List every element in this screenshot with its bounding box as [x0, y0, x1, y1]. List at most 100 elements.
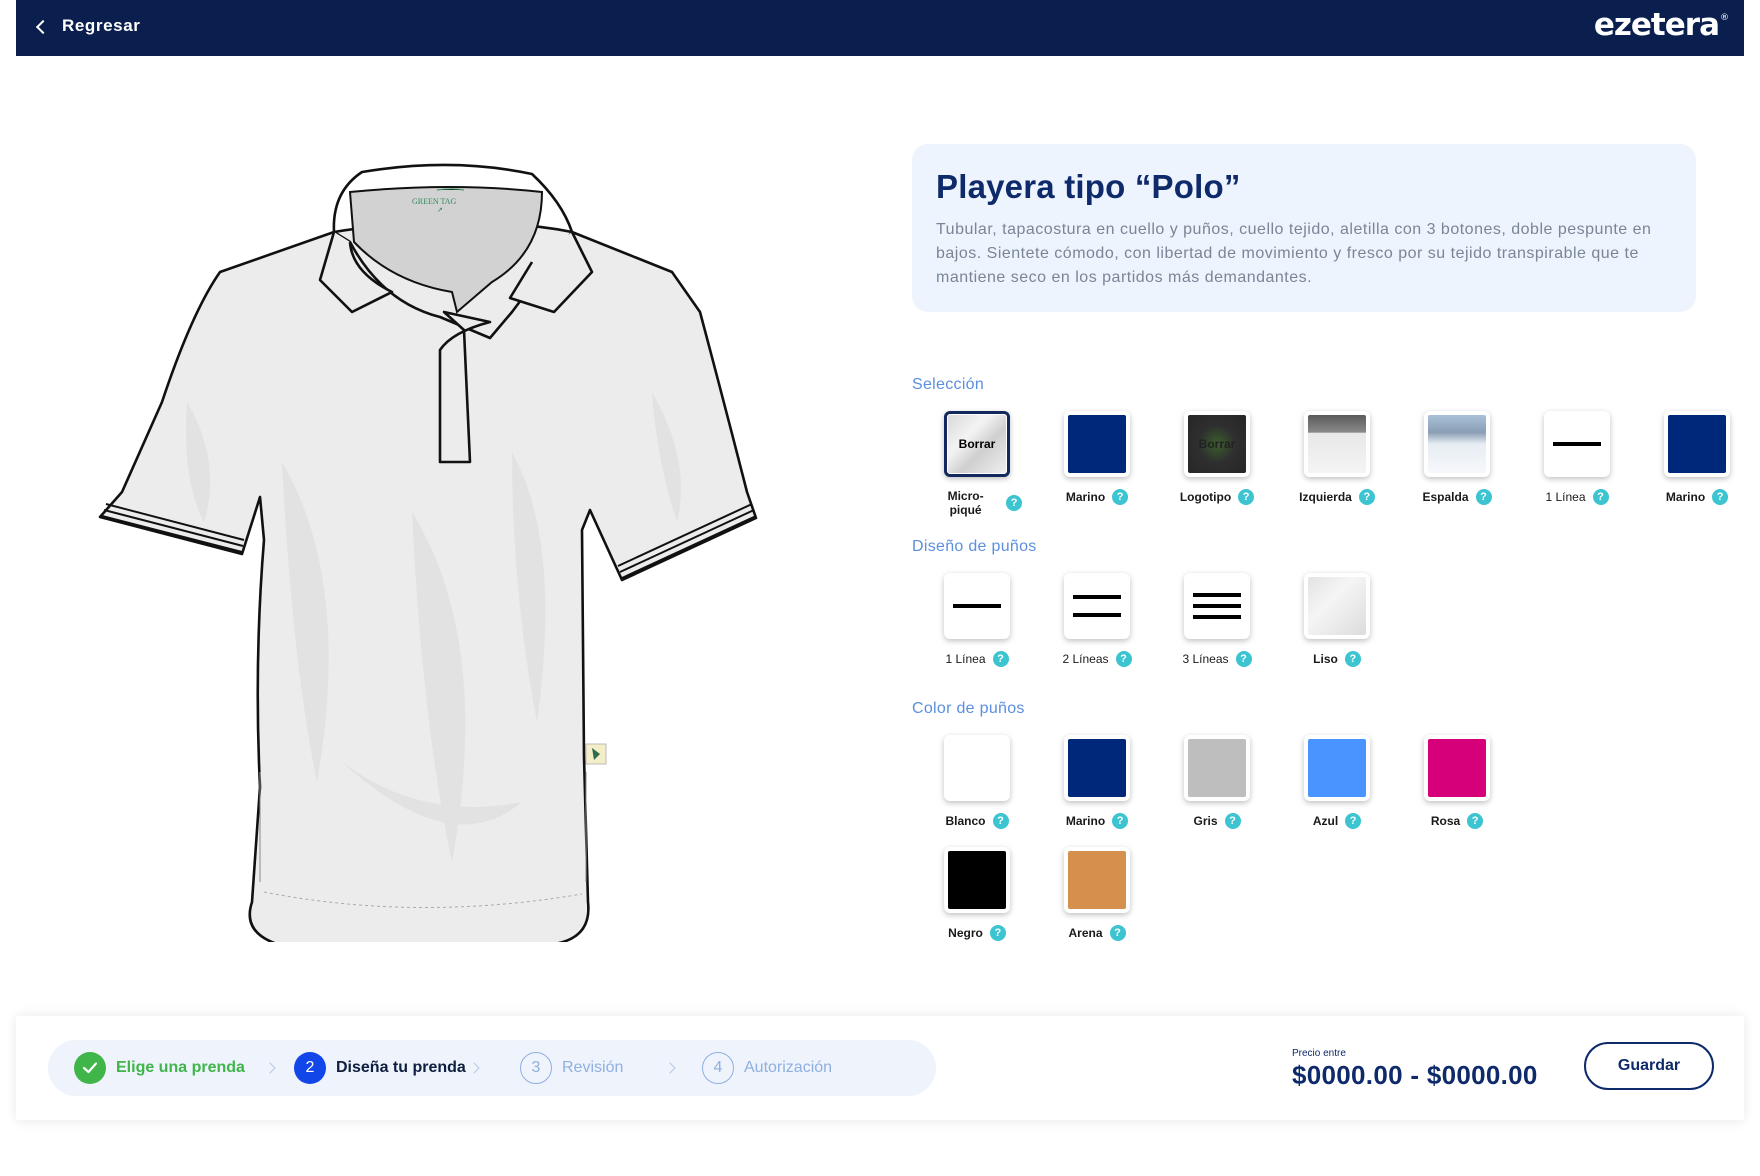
option-label: Liso? — [1292, 651, 1382, 667]
help-icon[interactable]: ? — [1112, 489, 1129, 505]
step-label: Autorización — [744, 1059, 833, 1076]
color-swatch[interactable] — [1184, 735, 1250, 801]
selection-item-position-left[interactable]: Izquierda? — [1292, 411, 1382, 505]
price-range: $0000.00 - $0000.00 — [1292, 1060, 1538, 1090]
help-icon[interactable]: ? — [1345, 813, 1362, 829]
cuff-color-navy[interactable]: Marino? — [1052, 735, 1142, 829]
option-label-text: 1 Línea — [1545, 490, 1586, 504]
option-label: Blanco? — [932, 813, 1022, 829]
plain-texture-image — [1308, 577, 1366, 635]
color-swatch[interactable] — [1664, 411, 1730, 477]
option-label-text: Blanco — [945, 814, 986, 828]
step-choose-garment[interactable]: Elige una prenda — [74, 1052, 245, 1084]
help-icon[interactable]: ? — [1344, 651, 1361, 667]
step-number: 4 — [702, 1052, 734, 1084]
product-description: Tubular, tapacostura en cuello y puños, … — [936, 221, 1652, 286]
help-icon[interactable]: ? — [1712, 489, 1729, 505]
single-line-icon — [1553, 442, 1601, 446]
cuff-design-3-lines[interactable]: 3 Líneas? — [1172, 573, 1262, 667]
cuff-design-swatch[interactable] — [944, 573, 1010, 639]
step-label: Elige una prenda — [116, 1059, 245, 1076]
help-icon[interactable]: ? — [992, 651, 1009, 667]
color-swatch[interactable] — [1064, 411, 1130, 477]
cuff-color-white[interactable]: Blanco? — [932, 735, 1022, 829]
cuff-design-plain[interactable]: Liso? — [1292, 573, 1382, 667]
option-label-text: Arena — [1068, 926, 1103, 940]
selection-item-color[interactable]: Marino? — [1052, 411, 1142, 505]
option-label-text: Marino — [1065, 490, 1106, 504]
color-fill — [1428, 739, 1486, 797]
step-design-garment[interactable]: 2 Diseña tu prenda — [294, 1052, 466, 1084]
position-swatch[interactable] — [1424, 411, 1490, 477]
help-icon[interactable]: ? — [989, 925, 1006, 941]
help-icon[interactable]: ? — [1467, 813, 1484, 829]
color-swatch[interactable] — [944, 847, 1010, 913]
two-lines-icon — [1073, 595, 1121, 617]
step-number: 2 — [294, 1052, 326, 1084]
color-swatch[interactable] — [1064, 847, 1130, 913]
position-swatch[interactable] — [1304, 411, 1370, 477]
help-icon[interactable]: ? — [1358, 489, 1375, 505]
option-label-text: Negro — [948, 926, 983, 940]
help-icon[interactable]: ? — [1006, 495, 1022, 511]
polo-shirt-preview: GREEN TAG ↗ — [98, 163, 758, 942]
logo-swatch[interactable]: Borrar — [1184, 411, 1250, 477]
help-icon[interactable]: ? — [1115, 651, 1132, 667]
chevron-right-icon — [664, 1062, 676, 1074]
help-icon[interactable]: ? — [1475, 489, 1492, 505]
color-fill — [1068, 739, 1126, 797]
help-icon[interactable]: ? — [1235, 651, 1252, 667]
option-label: Marino? — [1652, 489, 1742, 505]
selection-item-fabric[interactable]: Borrar Micro-piqué? — [932, 411, 1022, 517]
help-icon[interactable]: ? — [992, 813, 1009, 829]
color-fill — [948, 851, 1006, 909]
cuff-color-sand[interactable]: Arena? — [1052, 847, 1142, 941]
selection-item-cuff-lines[interactable]: 1 Línea? — [1532, 411, 1622, 505]
option-label: Arena? — [1052, 925, 1142, 941]
option-label: Negro? — [932, 925, 1022, 941]
cuff-lines-swatch[interactable] — [1544, 411, 1610, 477]
color-swatch[interactable] — [1424, 735, 1490, 801]
selection-item-cuff-color[interactable]: Marino? — [1652, 411, 1742, 505]
cuff-design-swatch[interactable] — [1184, 573, 1250, 639]
color-swatch[interactable] — [1304, 735, 1370, 801]
option-label: Rosa? — [1412, 813, 1502, 829]
selection-item-position-back[interactable]: Espalda? — [1412, 411, 1502, 505]
section-title-cuff-design: Diseño de puños — [912, 538, 1037, 555]
cuff-color-blue[interactable]: Azul? — [1292, 735, 1382, 829]
line-icon — [953, 604, 1001, 608]
cuff-color-pink[interactable]: Rosa? — [1412, 735, 1502, 829]
product-info-card: Playera tipo “Polo” Tubular, tapacostura… — [912, 144, 1696, 312]
cuff-design-swatch[interactable] — [1304, 573, 1370, 639]
logo: ezetera® — [1594, 7, 1729, 43]
help-icon[interactable]: ? — [1112, 813, 1129, 829]
section-title-seleccion: Selección — [912, 376, 985, 393]
color-fill — [1668, 415, 1726, 473]
cuff-color-gray[interactable]: Gris? — [1172, 735, 1262, 829]
save-button[interactable]: Guardar — [1584, 1042, 1714, 1090]
help-icon[interactable]: ? — [1224, 813, 1241, 829]
borrar-label[interactable]: Borrar — [1199, 437, 1236, 451]
help-icon[interactable]: ? — [1238, 489, 1255, 505]
fabric-swatch[interactable]: Borrar — [944, 411, 1010, 477]
borrar-label[interactable]: Borrar — [959, 437, 996, 451]
color-swatch[interactable] — [944, 735, 1010, 801]
three-lines-icon — [1193, 593, 1241, 619]
footer-bar: Elige una prenda 2 Diseña tu prenda 3 Re… — [16, 1016, 1744, 1120]
step-authorization[interactable]: 4 Autorización — [702, 1052, 832, 1084]
help-icon[interactable]: ? — [1592, 489, 1609, 505]
cuff-color-black[interactable]: Negro? — [932, 847, 1022, 941]
option-label: Marino? — [1052, 813, 1142, 829]
selection-item-logo[interactable]: Borrar Logotipo? — [1172, 411, 1262, 505]
option-label-text: Azul — [1312, 814, 1339, 828]
cuff-design-swatch[interactable] — [1064, 573, 1130, 639]
cuff-design-1-line[interactable]: 1 Línea? — [932, 573, 1022, 667]
logo-registered-mark: ® — [1720, 13, 1729, 23]
cuff-design-2-lines[interactable]: 2 Líneas? — [1052, 573, 1142, 667]
color-swatch[interactable] — [1064, 735, 1130, 801]
option-label-text: Micro-piqué — [947, 489, 984, 517]
step-review[interactable]: 3 Revisión — [520, 1052, 623, 1084]
help-icon[interactable]: ? — [1109, 925, 1126, 941]
color-fill — [1308, 739, 1366, 797]
back-button[interactable]: Regresar — [35, 16, 141, 36]
